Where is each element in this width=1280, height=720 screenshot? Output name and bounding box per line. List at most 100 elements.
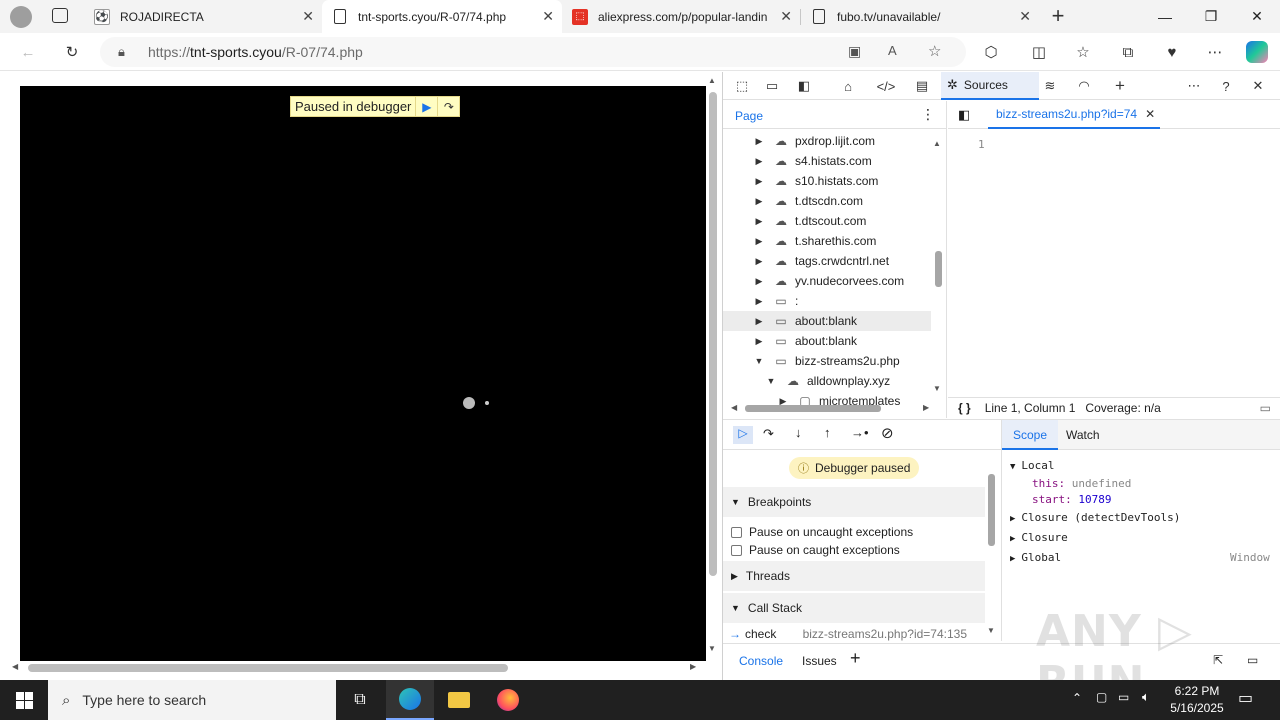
scroll-down-arrow[interactable]: ▼ (708, 644, 716, 653)
scope-closure-detectdevtools[interactable]: ▶ Closure (detectDevTools) (1010, 511, 1180, 524)
tree-item[interactable]: ▶ ☁ t.sharethis.com (723, 231, 931, 251)
notifications-icon[interactable]: ▭ (1238, 688, 1253, 708)
step-out-button[interactable]: ↑ (824, 425, 831, 440)
tree-item[interactable]: ▼ ☁ alldownplay.xyz (723, 371, 931, 391)
collapsed-arrow-icon[interactable]: ▶ (753, 136, 765, 147)
scroll-left-arrow[interactable]: ◀ (12, 662, 18, 671)
expanded-arrow-icon[interactable]: ▼ (753, 356, 765, 366)
tree-item[interactable]: ▶ ☁ s4.histats.com (723, 151, 931, 171)
profile-avatar[interactable] (10, 6, 32, 28)
deactivate-breakpoints-button[interactable]: ⊘ (881, 424, 894, 442)
window-close-button[interactable]: ✕ (1234, 0, 1280, 33)
tree-scroll-left[interactable]: ◀ (731, 403, 737, 412)
breakpoints-section[interactable]: ▼ Breakpoints (723, 487, 985, 517)
scroll-right-arrow[interactable]: ▶ (690, 662, 696, 671)
tab-issues[interactable]: Issues (802, 654, 837, 668)
network-wifi-icon[interactable]: ≋ (1039, 76, 1061, 96)
back-button[interactable]: ← (17, 41, 39, 63)
video-player[interactable] (20, 86, 706, 661)
pretty-print-icon[interactable]: { } (958, 401, 971, 415)
tray-app-icon[interactable]: ▢ (1096, 690, 1107, 704)
tab-aliexpress[interactable]: ⬚ aliexpress.com/p/popular-landin ✕ (562, 0, 800, 33)
lock-icon[interactable]: 🔒︎ (118, 44, 125, 60)
step-into-button[interactable]: ↓ (795, 425, 802, 440)
threads-header[interactable]: ▶ Threads (723, 561, 985, 591)
edge-taskbar-icon[interactable] (386, 680, 434, 720)
popup-blocked-icon[interactable]: ▣ (848, 43, 861, 60)
welcome-home-icon[interactable]: ⌂ (837, 76, 859, 96)
close-icon[interactable]: ✕ (1145, 107, 1155, 121)
minimize-button[interactable]: — (1142, 0, 1188, 33)
copilot-icon[interactable] (1246, 41, 1268, 63)
start-windows-icon[interactable] (0, 680, 48, 720)
tab-watch[interactable]: Watch (1066, 428, 1100, 442)
collapsed-arrow-icon[interactable]: ▶ (753, 316, 765, 327)
scope-global[interactable]: ▶ Global (1010, 551, 1061, 564)
editor-file-tab[interactable]: bizz-streams2u.php?id=74 ✕ (988, 101, 1160, 129)
expanded-arrow-icon[interactable]: ▼ (765, 376, 777, 386)
tab-rojadirecta[interactable]: ⚽ ROJADIRECTA ✕ (84, 0, 322, 33)
pause-uncaught-checkbox[interactable]: Pause on uncaught exceptions (731, 525, 913, 539)
step-over-icon[interactable]: ↷ (437, 97, 459, 116)
task-view-icon[interactable]: ⧉ (336, 680, 384, 720)
tree-item[interactable]: ▶ ☁ t.dtscout.com (723, 211, 931, 231)
checkbox-box[interactable] (731, 544, 742, 556)
tree-item[interactable]: ▶ ▭: (723, 291, 931, 311)
more-options-icon[interactable]: ⋯ (1183, 76, 1205, 96)
console-icon[interactable]: ▤ (911, 76, 933, 96)
call-stack-header[interactable]: ▼ Call Stack (723, 593, 985, 623)
toggle-navigator-icon[interactable]: ◧ (958, 107, 970, 123)
more-tools-plus-icon[interactable]: + (1109, 76, 1131, 96)
restore-button[interactable]: ❐ (1188, 0, 1234, 33)
read-aloud-icon[interactable]: A (888, 43, 897, 58)
collapsed-arrow-icon[interactable]: ▶ (753, 276, 765, 287)
file-explorer-icon[interactable] (435, 680, 483, 720)
address-bar[interactable]: 🔒︎ https://tnt-sports.cyou/R-07/74.php ▣… (100, 37, 966, 67)
collapsed-arrow-icon[interactable]: ▶ (753, 176, 765, 187)
tree-item[interactable]: ▶ ☁ t.dtscdn.com (723, 191, 931, 211)
help-icon[interactable]: ? (1215, 76, 1237, 96)
taskbar-search-box[interactable]: ⌕ Type here to search (48, 680, 336, 720)
tab-actions-icon[interactable] (52, 8, 68, 23)
scroll-up-arrow[interactable]: ▲ (708, 76, 716, 85)
close-devtools-icon[interactable]: ✕ (1247, 76, 1269, 96)
inspect-element-icon[interactable]: ⬚ (731, 76, 753, 96)
performance-gauge-icon[interactable]: ◠ (1073, 76, 1095, 96)
extensions-icon[interactable]: ⬡ (980, 41, 1002, 63)
step-over-button[interactable]: ↷ (763, 426, 774, 442)
pause-caught-checkbox[interactable]: Pause on caught exceptions (731, 543, 900, 557)
tree-scroll-up[interactable]: ▲ (933, 139, 941, 148)
favorite-star-icon[interactable]: ☆ (928, 42, 941, 60)
resume-button[interactable]: ▷ (733, 426, 753, 444)
split-screen-icon[interactable]: ◫ (1028, 41, 1050, 63)
tree-item[interactable]: ▶ ☁ tags.crwdcntrl.net (723, 251, 931, 271)
collapsed-arrow-icon[interactable]: ▶ (753, 196, 765, 207)
volume-icon[interactable]: 🔈︎ (1142, 689, 1150, 705)
checkbox-box[interactable] (731, 526, 742, 538)
tab-fubo[interactable]: fubo.tv/unavailable/ ✕ (801, 0, 1039, 33)
settings-more-icon[interactable]: ⋯ (1204, 41, 1226, 63)
scope-local[interactable]: ▼ Local (1010, 459, 1055, 472)
page-horizontal-scrollbar[interactable] (28, 664, 508, 672)
tree-item[interactable]: ▼ ▭ bizz-streams2u.php (723, 351, 931, 371)
tree-item[interactable]: ▶ ☁ pxdrop.lijit.com (723, 131, 931, 151)
call-frame-location[interactable]: bizz-streams2u.php?id=74:135 (803, 627, 967, 641)
tray-chevron-icon[interactable]: ⌃ (1072, 691, 1082, 705)
clock[interactable]: 6:22 PM 5/16/2025 (1166, 683, 1228, 717)
tab-tnt-sports[interactable]: tnt-sports.cyou/R-07/74.php ✕ (322, 0, 562, 33)
tab-sources[interactable]: ✲ Sources (941, 72, 1039, 100)
tab-scope[interactable]: Scope (1002, 420, 1058, 450)
collapsed-arrow-icon[interactable]: ▶ (753, 236, 765, 247)
device-toolbar-icon[interactable]: ▭ (761, 76, 783, 96)
tree-item[interactable]: ▶ ☁ yv.nudecorvees.com (723, 271, 931, 291)
favorites-icon[interactable]: ☆ (1072, 41, 1094, 63)
step-button[interactable]: →• (851, 425, 869, 440)
tree-scroll-right[interactable]: ▶ (923, 403, 929, 412)
tree-item[interactable]: ▶ ▭ about:blank (723, 311, 931, 331)
call-frame[interactable]: → check bizz-streams2u.php?id=74:135 (723, 625, 985, 643)
collapsed-arrow-icon[interactable]: ▶ (753, 336, 765, 347)
new-tab-button[interactable]: + (1046, 4, 1070, 28)
scope-closure[interactable]: ▶ Closure (1010, 531, 1068, 544)
tree-scrollbar[interactable] (935, 251, 942, 287)
page-vertical-scrollbar[interactable] (709, 92, 717, 576)
